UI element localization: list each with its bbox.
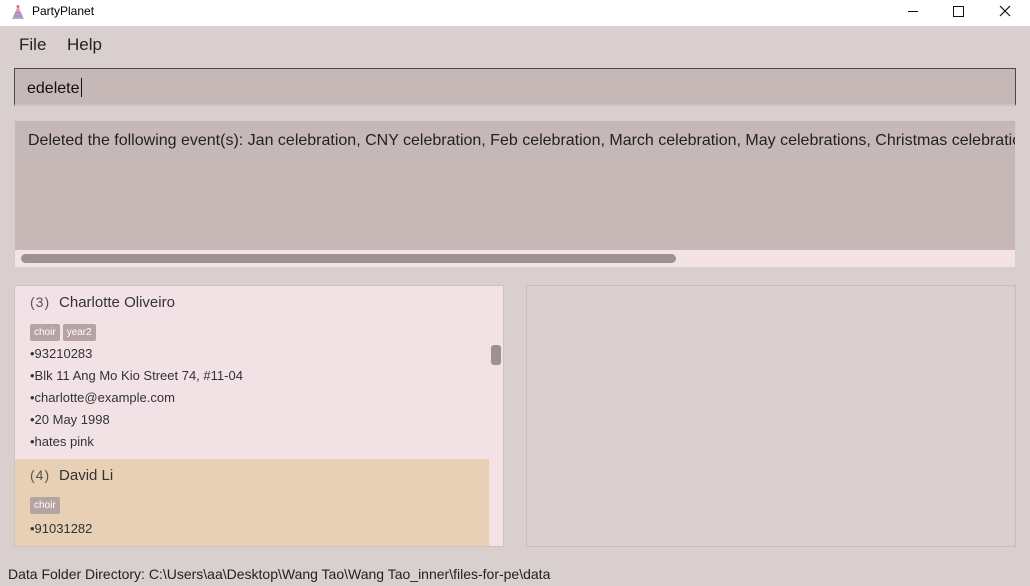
status-bar: Data Folder Directory: C:\Users\aa\Deskt…	[8, 566, 551, 582]
person-name: David Li	[59, 467, 114, 484]
person-phone: •91031282	[30, 521, 93, 536]
result-text: Deleted the following event(s): Jan cele…	[28, 132, 1016, 149]
detail-panel	[526, 285, 1016, 547]
tag: choir	[30, 324, 60, 341]
person-header: (4) David Li	[30, 467, 113, 484]
command-value: edelete	[27, 80, 80, 97]
menu-bar: File Help	[8, 28, 1030, 62]
tag-list: choir year2	[30, 320, 99, 341]
minimize-button[interactable]	[890, 0, 936, 26]
person-index: (3)	[30, 294, 51, 310]
vertical-scroll-thumb[interactable]	[491, 345, 501, 365]
tag-list: choir	[30, 493, 63, 514]
person-card-selected[interactable]: (4) David Li choir •91031282	[15, 459, 489, 546]
party-hat-icon	[11, 5, 25, 21]
close-button[interactable]	[982, 0, 1028, 26]
person-index-value: 3	[35, 294, 45, 310]
person-name: Charlotte Oliveiro	[59, 294, 175, 311]
person-birthday: •20 May 1998	[30, 412, 110, 427]
maximize-button[interactable]	[936, 0, 982, 26]
tag: year2	[62, 324, 96, 341]
title-bar: PartyPlanet	[0, 0, 1030, 26]
horizontal-scroll-thumb[interactable]	[21, 254, 676, 263]
text-caret	[80, 78, 82, 97]
menu-file[interactable]: File	[19, 35, 46, 55]
person-card[interactable]: (3) Charlotte Oliveiro choir year2 •93210…	[15, 286, 489, 459]
person-list: (3) Charlotte Oliveiro choir year2 •93210…	[14, 285, 504, 547]
horizontal-scrollbar[interactable]	[15, 250, 1015, 267]
person-index-value: 4	[35, 467, 45, 483]
person-phone: •93210283	[30, 346, 93, 361]
person-index: (4)	[30, 467, 51, 483]
menu-help[interactable]: Help	[67, 35, 102, 55]
person-email: •charlotte@example.com	[30, 390, 175, 405]
result-display: Deleted the following event(s): Jan cele…	[14, 120, 1016, 268]
app-window: PartyPlanet File Help edelete Deleted th…	[0, 0, 1030, 586]
tag: choir	[30, 497, 60, 514]
window-title: PartyPlanet	[32, 4, 95, 18]
person-remark: •hates pink	[30, 434, 94, 449]
person-address: •Blk 11 Ang Mo Kio Street 74, #11-04	[30, 368, 243, 383]
command-input[interactable]: edelete	[14, 68, 1016, 106]
person-header: (3) Charlotte Oliveiro	[30, 294, 175, 311]
command-text: edelete	[27, 78, 82, 98]
